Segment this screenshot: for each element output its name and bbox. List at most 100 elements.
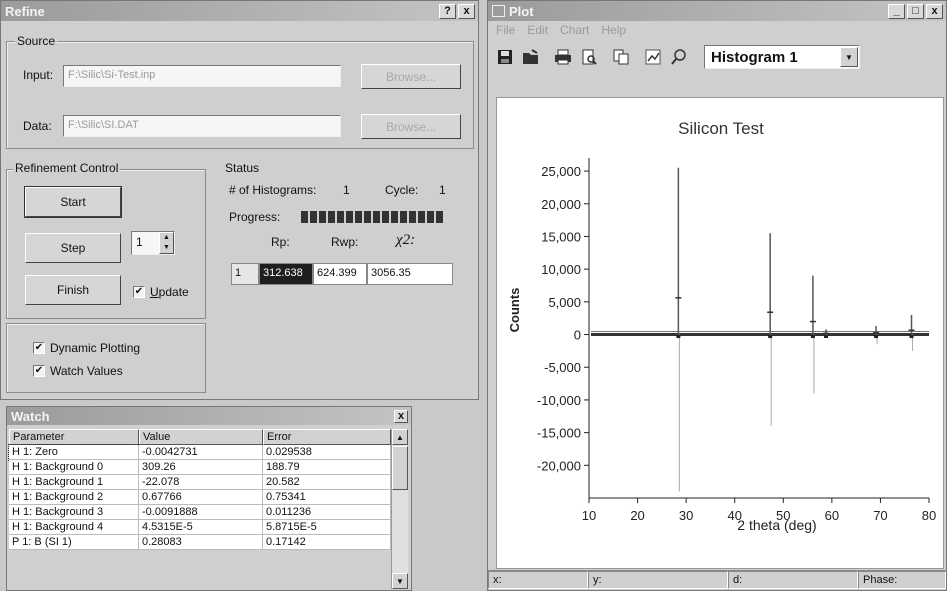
histogram-select-value: Histogram 1	[711, 48, 798, 66]
table-row[interactable]: H 1: Background 3 -0.0091888 0.011236	[9, 505, 391, 520]
plot-toolbar: Histogram 1 ▼	[494, 45, 860, 69]
watch-grid-header: Parameter Value Error	[9, 429, 391, 445]
progress-segment	[427, 211, 434, 223]
histogram-select[interactable]: Histogram 1 ▼	[704, 45, 860, 69]
scroll-thumb[interactable]	[392, 446, 408, 490]
rwp-label: Rwp:	[331, 235, 359, 249]
table-row[interactable]: P 1: B (SI 1) 0.28083 0.17142	[9, 535, 391, 550]
y-tick-label: -20,000	[537, 458, 581, 473]
zoom-icon[interactable]	[668, 46, 690, 68]
finish-button[interactable]: Finish	[25, 275, 121, 305]
progress-segment	[319, 211, 326, 223]
input-field[interactable]: F:\Silic\Si-Test.inp	[63, 65, 341, 87]
cell-value: 4.5315E-5	[139, 520, 263, 535]
column-header-parameter[interactable]: Parameter	[9, 429, 139, 445]
plot-titlebar[interactable]: Plot _ □ x	[488, 1, 946, 21]
x-tick-label: 20	[630, 508, 644, 523]
y-tick-label: 15,000	[541, 229, 581, 244]
rwp-value: 624.399	[313, 263, 367, 285]
table-row[interactable]: H 1: Background 4 4.5315E-5 5.8715E-5	[9, 520, 391, 535]
watch-values-row[interactable]: ✔ Watch Values	[33, 364, 123, 378]
dynamic-plotting-row[interactable]: ✔ Dynamic Plotting	[33, 341, 140, 355]
refine-window: Refine ? x Source Input: F:\Silic\Si-Tes…	[0, 0, 479, 400]
progress-segment	[301, 211, 308, 223]
start-button[interactable]: Start	[24, 186, 122, 218]
cell-value: -0.0091888	[139, 505, 263, 520]
chart-svg: Silicon Test 2 theta (deg) Counts 25,000…	[507, 119, 936, 533]
update-checkbox[interactable]: ✔	[133, 286, 145, 298]
plot-close-button[interactable]: x	[926, 3, 943, 19]
watch-close-button[interactable]: x	[394, 409, 408, 423]
scroll-down-icon[interactable]: ▼	[392, 573, 408, 589]
menu-file[interactable]: File	[496, 23, 515, 37]
table-row[interactable]: H 1: Background 0 309.26 188.79	[9, 460, 391, 475]
y-tick-label: 25,000	[541, 164, 581, 179]
cell-error: 20.582	[263, 475, 391, 490]
update-label: Update	[150, 285, 189, 299]
cycle-label: Cycle:	[385, 183, 419, 197]
dynamic-plotting-checkbox[interactable]: ✔	[33, 342, 45, 354]
refine-title: Refine	[5, 3, 45, 19]
plot-window: Plot _ □ x File Edit Chart Help Histogra…	[487, 0, 947, 591]
cell-value: -0.0042731	[139, 445, 263, 460]
chart-y-axis-label: Counts	[507, 288, 522, 333]
input-label: Input:	[23, 68, 54, 82]
cell-parameter: H 1: Background 1	[9, 475, 139, 490]
table-row[interactable]: H 1: Background 2 0.67766 0.75341	[9, 490, 391, 505]
refine-titlebar[interactable]: Refine ? x	[1, 1, 478, 21]
plot-statusbar: x: y: d: Phase:	[488, 570, 946, 590]
watch-values-checkbox[interactable]: ✔	[33, 365, 45, 377]
menu-help[interactable]: Help	[601, 23, 626, 37]
table-row[interactable]: H 1: Zero -0.0042731 0.029538	[8, 444, 391, 461]
data-field[interactable]: F:\Silic\SI.DAT	[63, 115, 341, 137]
chi2-label: χ2:	[396, 232, 416, 248]
status-x: x:	[488, 571, 588, 589]
progress-segment	[364, 211, 371, 223]
print-icon[interactable]	[552, 46, 574, 68]
menu-chart[interactable]: Chart	[560, 23, 589, 37]
progress-segment	[310, 211, 317, 223]
cell-parameter: P 1: B (SI 1)	[9, 535, 139, 550]
progress-segment	[409, 211, 416, 223]
save-icon[interactable]	[494, 46, 516, 68]
progress-segment	[436, 211, 443, 223]
print-preview-icon[interactable]	[578, 46, 600, 68]
step-button[interactable]: Step	[25, 233, 121, 263]
x-tick-label: 10	[582, 508, 596, 523]
chart-edit-icon[interactable]	[642, 46, 664, 68]
progress-segment	[400, 211, 407, 223]
browse-input-button[interactable]: Browse...	[361, 64, 461, 89]
source-label: Source	[15, 34, 58, 48]
watch-scrollbar[interactable]: ▲ ▼	[391, 429, 408, 589]
watch-grid: H 1: Zero -0.0042731 0.029538 H 1: Backgrou…	[8, 444, 391, 550]
update-checkbox-row[interactable]: ✔ Update	[133, 285, 189, 299]
menu-edit[interactable]: Edit	[527, 23, 548, 37]
cell-value: 0.67766	[139, 490, 263, 505]
cell-parameter: H 1: Background 2	[9, 490, 139, 505]
browse-data-button[interactable]: Browse...	[361, 114, 461, 139]
chevron-down-icon[interactable]: ▼	[840, 47, 858, 67]
column-header-value[interactable]: Value	[139, 429, 263, 445]
close-button[interactable]: x	[458, 3, 475, 19]
scroll-up-icon[interactable]: ▲	[392, 429, 408, 445]
step-spinner-icon[interactable]: ▲ ▼	[159, 232, 174, 254]
watch-titlebar[interactable]: Watch x	[7, 407, 411, 425]
copy-icon[interactable]	[610, 46, 632, 68]
cycle-value: 1	[439, 183, 446, 197]
chi2-value: 3056.35	[367, 263, 453, 285]
progress-segment	[391, 211, 398, 223]
rp-value: 312.638	[259, 263, 313, 285]
table-row[interactable]: H 1: Background 1 -22.078 20.582	[9, 475, 391, 490]
maximize-button[interactable]: □	[907, 3, 924, 19]
y-tick-label: 20,000	[541, 197, 581, 212]
cell-parameter: H 1: Zero	[8, 444, 140, 461]
column-header-error[interactable]: Error	[263, 429, 391, 445]
histograms-label: # of Histograms:	[229, 183, 317, 197]
cell-error: 188.79	[263, 460, 391, 475]
open-icon[interactable]	[520, 46, 542, 68]
progress-segment	[328, 211, 335, 223]
minimize-button[interactable]: _	[888, 3, 905, 19]
help-button[interactable]: ?	[439, 3, 456, 19]
watch-title: Watch	[11, 408, 50, 424]
chart-area: Silicon Test 2 theta (deg) Counts 25,000…	[496, 97, 944, 569]
